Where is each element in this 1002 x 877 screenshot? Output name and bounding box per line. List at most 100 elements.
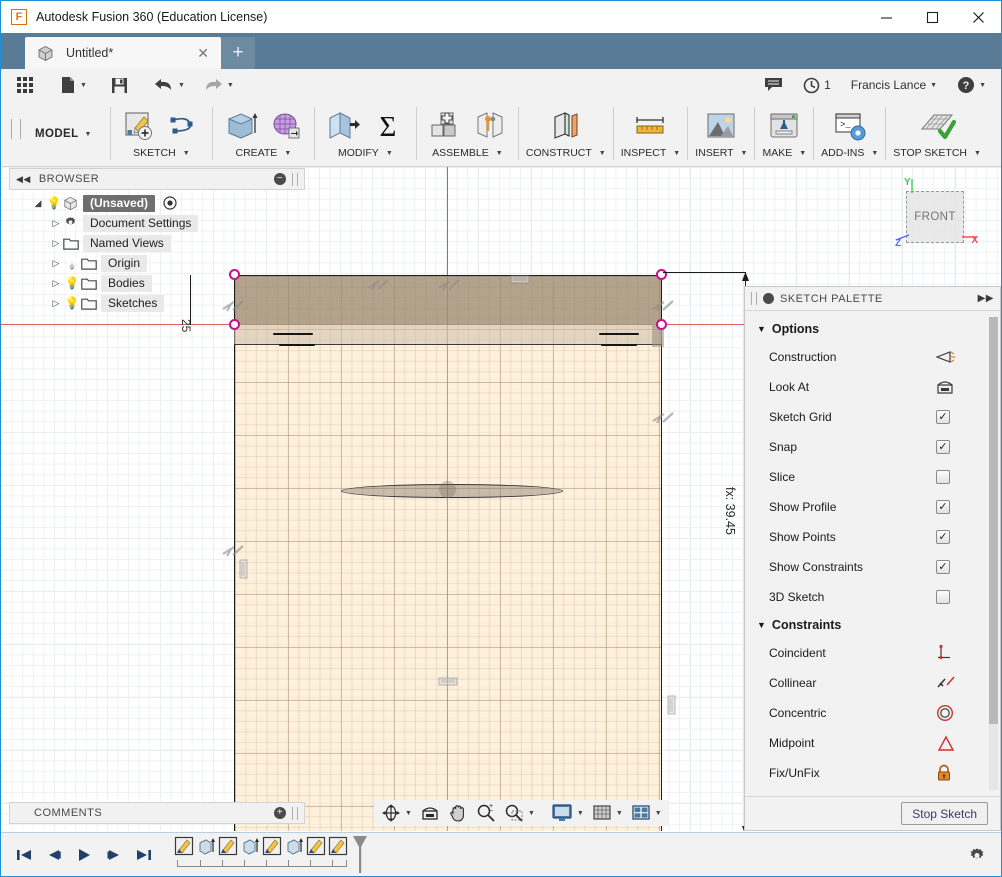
coincident-constraint-glyph[interactable] <box>651 298 674 312</box>
palette-row-sketch-grid[interactable]: Sketch Grid ✓ <box>745 402 1000 432</box>
create-sketch-icon[interactable] <box>118 105 160 147</box>
snap-checkbox[interactable]: ✓ <box>936 440 950 454</box>
jump-end-icon[interactable] <box>133 844 155 866</box>
palette-row-collinear[interactable]: Collinear <box>745 668 1000 698</box>
ribbon-group-inspect-label[interactable]: INSPECT ▼ <box>621 147 680 159</box>
right-dimension-text[interactable]: fx: 39.45 <box>723 487 737 535</box>
tree-node-origin[interactable]: ▷ 💡 Origin <box>9 253 305 273</box>
close-icon[interactable]: ✕ <box>197 45 209 62</box>
sketch-grid-checkbox[interactable]: ✓ <box>936 410 950 424</box>
grid-snaps-icon[interactable]: ▼ <box>589 802 626 824</box>
sketch-point-selected[interactable] <box>656 269 667 280</box>
palette-row-show-constraints[interactable]: Show Constraints ✓ <box>745 552 1000 582</box>
ribbon-group-insert-label[interactable]: INSERT ▼ <box>695 147 747 159</box>
ribbon-group-create-label[interactable]: CREATE ▼ <box>236 147 292 159</box>
measure-icon[interactable] <box>629 105 671 147</box>
document-tab[interactable]: Untitled* ✕ <box>25 37 221 69</box>
play-icon[interactable] <box>73 844 95 866</box>
palette-section-options[interactable]: ▼ Options <box>745 316 1000 342</box>
activate-component-icon[interactable] <box>163 196 177 210</box>
palette-row-fix-unfix[interactable]: Fix/UnFix <box>745 758 1000 788</box>
collapse-left-icon[interactable]: ◀◀ <box>16 174 31 185</box>
ribbon-group-make-label[interactable]: MAKE ▼ <box>762 147 806 159</box>
stop-sketch-icon[interactable] <box>916 105 958 147</box>
sketch-profile-region[interactable] <box>234 275 662 831</box>
sigma-icon[interactable]: Σ <box>367 105 409 147</box>
viewports-icon[interactable]: ▼ <box>628 802 665 824</box>
look-at-icon[interactable] <box>417 802 443 824</box>
expand-arrow-icon[interactable]: ▷ <box>49 258 63 269</box>
comments-grip[interactable] <box>292 806 298 820</box>
comment-icon[interactable] <box>759 72 788 98</box>
browser-grip[interactable] <box>292 172 298 186</box>
new-component-icon[interactable] <box>424 105 466 147</box>
view-cube-front-face[interactable]: FRONT <box>906 191 964 243</box>
visibility-bulb-icon[interactable]: 💡 <box>63 296 81 310</box>
zoom-icon[interactable]: + − <box>473 802 499 824</box>
stop-sketch-button[interactable]: Stop Sketch <box>901 802 988 825</box>
undo-button[interactable]: ▼ <box>149 72 190 98</box>
workspace-selector[interactable]: MODEL ▼ <box>27 101 110 167</box>
app-grid-icon[interactable] <box>11 72 39 98</box>
sketch-feature-icon[interactable] <box>261 835 283 857</box>
save-button[interactable] <box>106 72 133 98</box>
palette-row-show-profile[interactable]: Show Profile ✓ <box>745 492 1000 522</box>
extrude-feature-icon[interactable] <box>239 835 261 857</box>
show-points-checkbox[interactable]: ✓ <box>936 530 950 544</box>
expand-arrow-icon[interactable]: ▷ <box>49 298 63 309</box>
extrude-feature-icon[interactable] <box>195 835 217 857</box>
palette-row-look-at[interactable]: Look At <box>745 372 1000 402</box>
script-addin-icon[interactable]: >_ <box>829 105 871 147</box>
pan-hand-icon[interactable] <box>445 802 471 824</box>
sketch-point-selected[interactable] <box>656 319 667 330</box>
coincident-constraint-glyph[interactable] <box>366 277 389 291</box>
user-account-button[interactable]: Francis Lance ▼ <box>846 72 942 98</box>
coincident-constraint-glyph[interactable] <box>437 277 460 291</box>
tree-node-sketches[interactable]: ▷ 💡 Sketches <box>9 293 305 313</box>
palette-row-coincident[interactable]: Coincident <box>745 638 1000 668</box>
3d-print-icon[interactable] <box>763 105 805 147</box>
maximize-button[interactable] <box>909 1 955 33</box>
coincident-constraint-glyph[interactable] <box>651 410 674 424</box>
add-comment-button[interactable]: + <box>274 807 286 819</box>
offset-plane-icon[interactable] <box>545 105 587 147</box>
show-constraints-checkbox[interactable]: ✓ <box>936 560 950 574</box>
expand-arrow-icon[interactable]: ◢ <box>31 198 45 209</box>
minimize-button[interactable] <box>863 1 909 33</box>
extrude-icon[interactable] <box>220 105 262 147</box>
help-button[interactable]: ? ▼ <box>952 72 991 98</box>
palette-grip[interactable] <box>751 292 757 305</box>
tree-node-unsaved[interactable]: ◢ 💡 (Unsaved) <box>9 193 305 213</box>
vertical-constraint-glyph[interactable] <box>667 695 676 715</box>
comments-panel[interactable]: COMMENTS + <box>9 802 305 824</box>
palette-scrollbar[interactable] <box>989 317 998 790</box>
3d-sketch-checkbox[interactable] <box>936 590 950 604</box>
ribbon-group-assemble-label[interactable]: ASSEMBLE ▼ <box>432 147 503 159</box>
visibility-bulb-icon[interactable]: 💡 <box>63 276 81 290</box>
palette-row-slice[interactable]: Slice <box>745 462 1000 492</box>
sketch-line-icon[interactable] <box>163 105 205 147</box>
palette-row-show-points[interactable]: Show Points ✓ <box>745 522 1000 552</box>
visibility-bulb-icon[interactable]: 💡 <box>63 256 81 270</box>
coincident-constraint-glyph[interactable] <box>221 543 244 557</box>
palette-row-construction[interactable]: Construction <box>745 342 1000 372</box>
show-profile-checkbox[interactable]: ✓ <box>936 500 950 514</box>
palette-row-3d-sketch[interactable]: 3D Sketch <box>745 582 1000 612</box>
ribbon-group-stop-sketch-label[interactable]: STOP SKETCH ▼ <box>893 147 981 159</box>
ribbon-group-construct-label[interactable]: CONSTRUCT ▼ <box>526 147 606 159</box>
horizontal-constraint-glyph[interactable] <box>438 677 458 691</box>
insert-image-icon[interactable] <box>700 105 742 147</box>
ribbon-group-sketch-label[interactable]: SKETCH ▼ <box>133 147 190 159</box>
file-menu-button[interactable]: ▼ <box>55 72 92 98</box>
timeline-end-marker[interactable] <box>351 835 369 875</box>
step-forward-icon[interactable] <box>103 844 125 866</box>
joint-icon[interactable] <box>469 105 511 147</box>
sketch-feature-icon[interactable] <box>173 835 195 857</box>
view-cube[interactable]: FRONT Y X Z <box>895 177 978 249</box>
redo-button[interactable]: ▼ <box>198 72 239 98</box>
orbit-icon[interactable]: ▼ <box>378 802 415 824</box>
horizontal-constraint-glyph[interactable] <box>510 275 530 289</box>
visibility-bulb-icon[interactable]: 💡 <box>45 196 63 210</box>
expand-arrow-icon[interactable]: ▷ <box>49 218 63 229</box>
sketch-feature-icon[interactable] <box>217 835 239 857</box>
